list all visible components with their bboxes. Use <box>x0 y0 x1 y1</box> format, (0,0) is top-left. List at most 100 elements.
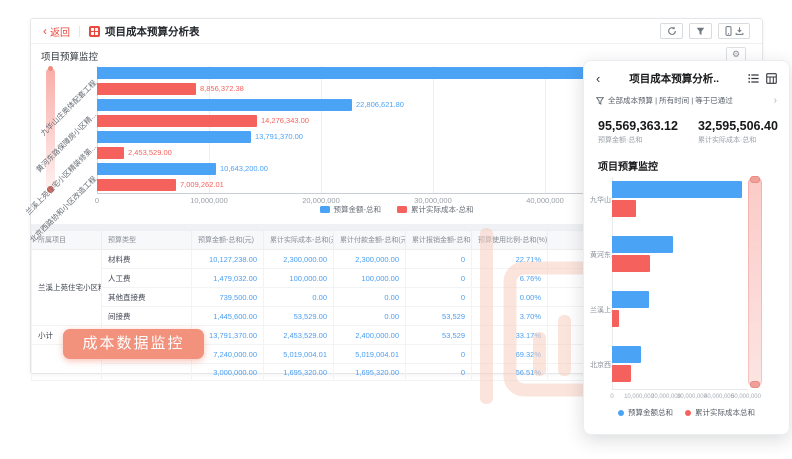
column-header: 预算类型 <box>102 231 192 250</box>
value-cell: 2,300,000.00 <box>334 250 406 269</box>
panel-header: ‹ 项目成本预算分析.. <box>596 71 777 86</box>
bar-value-label: 7,009,262.01 <box>180 179 224 191</box>
value-cell: 69.32% <box>472 345 548 364</box>
report-app-icon <box>89 26 100 37</box>
category-label: 兰溪上.. <box>590 305 614 315</box>
legend-swatch-icon <box>397 206 407 213</box>
category-label: 九华山.. <box>590 195 614 205</box>
value-cell: 0.00 <box>334 307 406 326</box>
filter-button[interactable] <box>689 23 712 39</box>
panel-chart: 预算金额总和累计实际成本总和 九华山..黄河东..兰溪上..北京西..010,0… <box>584 173 789 431</box>
panel-header-icons <box>748 73 777 84</box>
bar-budget[interactable] <box>97 131 251 143</box>
value-cell: 100,000.00 <box>264 269 334 288</box>
value-cell: 3,000,000.00 <box>192 364 264 381</box>
bar-budget[interactable] <box>612 346 641 363</box>
x-tick-label: 30,000,000 <box>388 196 478 205</box>
panel-title: 项目成本预算分析.. <box>606 71 742 86</box>
value-cell: 0.00% <box>472 288 548 307</box>
value-cell: 53,529 <box>406 326 472 345</box>
bar-value-label: 8,856,372.38 <box>200 83 244 95</box>
panel-filter-bar[interactable]: 全部成本预算 | 所有时间 | 等于已通过 › <box>596 95 777 106</box>
value-cell: 2,400,000.00 <box>334 326 406 345</box>
panel-filter-text: 全部成本预算 | 所有时间 | 等于已通过 <box>608 95 770 106</box>
value-cell: 0 <box>406 345 472 364</box>
kpi-actual-total: 32,595,506.40 累计实际成本·总和 <box>698 119 778 145</box>
gridline <box>433 66 434 193</box>
value-cell: 3.70% <box>472 307 548 326</box>
panel-zoom-slider[interactable] <box>748 177 762 387</box>
kpi-caption: 预算金额·总和 <box>598 135 678 145</box>
value-cell: 1,695,320.00 <box>334 364 406 381</box>
value-cell: 1,445,600.00 <box>192 307 264 326</box>
x-tick-label: 0 <box>52 196 142 205</box>
back-button[interactable]: ‹ 返回 <box>43 24 70 39</box>
header-divider <box>79 26 80 37</box>
category-label: 北京西.. <box>590 360 614 370</box>
refresh-button[interactable] <box>660 23 683 39</box>
value-cell: 0 <box>406 288 472 307</box>
toolbar <box>660 23 750 39</box>
bar-actual[interactable] <box>97 179 176 191</box>
bar-actual[interactable] <box>97 147 124 159</box>
value-cell: 22.71% <box>472 250 548 269</box>
column-header: 预算金额-总和(元) <box>192 231 264 250</box>
project-cell: 兰溪上苑住宅小区精装修第... <box>32 250 102 326</box>
panel-back-chevron-icon[interactable]: ‹ <box>596 73 600 85</box>
x-tick-label: 50,000,000 <box>721 394 772 400</box>
gridline <box>321 66 322 193</box>
bar-budget[interactable] <box>97 67 638 79</box>
legend-item[interactable]: 预算金额-总和 <box>320 204 382 215</box>
legend-item[interactable]: 预算金额总和 <box>618 407 673 418</box>
legend-item[interactable]: 累计实际成本-总和 <box>397 204 474 215</box>
budget-type-cell <box>102 364 192 381</box>
value-cell: 5,019,004.01 <box>334 345 406 364</box>
bar-actual[interactable] <box>97 115 257 127</box>
legend-dot-icon <box>618 410 624 416</box>
bar-actual[interactable] <box>97 83 196 95</box>
slider-handle-bottom[interactable] <box>750 381 760 388</box>
cost-monitor-badge: 成本数据监控 <box>63 329 204 359</box>
bar-actual[interactable] <box>612 255 650 272</box>
bar-value-label: 13,791,370.00 <box>255 131 303 143</box>
value-cell: 0.00 <box>264 288 334 307</box>
column-header: 累计实际成本-总和(元) <box>264 231 334 250</box>
phone-preview-icon <box>725 26 732 36</box>
bar-budget[interactable] <box>612 236 673 253</box>
legend-item[interactable]: 累计实际成本总和 <box>685 407 755 418</box>
funnel-icon <box>596 97 604 105</box>
back-chevron-icon: ‹ <box>43 26 47 36</box>
preview-export-button[interactable] <box>718 23 750 39</box>
value-cell: 0.00 <box>334 288 406 307</box>
value-cell: 0 <box>406 364 472 381</box>
kpi-budget-total: 95,569,363.12 预算金额·总和 <box>598 119 678 145</box>
panel-section-title: 项目预算监控 <box>598 158 775 173</box>
value-cell: 33.17% <box>472 326 548 345</box>
budget-type-cell: 间接费 <box>102 307 192 326</box>
bar-actual[interactable] <box>612 365 631 382</box>
bar-value-label: 22,806,621.80 <box>356 99 404 111</box>
bar-actual[interactable] <box>612 200 636 217</box>
column-header: 累计报销金额-总和(元) <box>406 231 472 250</box>
legend-swatch-icon <box>320 206 330 213</box>
bar-budget[interactable] <box>612 291 649 308</box>
table-view-icon[interactable] <box>766 73 777 84</box>
budget-type-cell: 其他直接费 <box>102 288 192 307</box>
value-cell: 1,695,320.00 <box>264 364 334 381</box>
slider-handle-top[interactable] <box>750 176 760 183</box>
value-cell: 5,019,004.01 <box>264 345 334 364</box>
category-label: 黄河东.. <box>590 250 614 260</box>
bar-value-label: 10,643,200.00 <box>220 163 268 175</box>
mobile-preview-panel: ‹ 项目成本预算分析.. 全部成本预算 | 所有时间 | 等于已通过 › 95,… <box>583 60 790 435</box>
chart-section-title: 项目预算监控 <box>41 49 98 63</box>
list-view-icon[interactable] <box>748 73 759 84</box>
x-tick-label: 40,000,000 <box>500 196 590 205</box>
bar-budget[interactable] <box>612 181 742 198</box>
panel-kpis: 95,569,363.12 预算金额·总和 32,595,506.40 累计实际… <box>598 119 775 145</box>
value-cell: 0 <box>406 269 472 288</box>
legend-label: 预算金额-总和 <box>334 204 382 215</box>
value-cell: 100,000.00 <box>334 269 406 288</box>
kpi-value: 32,595,506.40 <box>698 119 778 133</box>
bar-budget[interactable] <box>97 163 216 175</box>
bar-budget[interactable] <box>97 99 352 111</box>
